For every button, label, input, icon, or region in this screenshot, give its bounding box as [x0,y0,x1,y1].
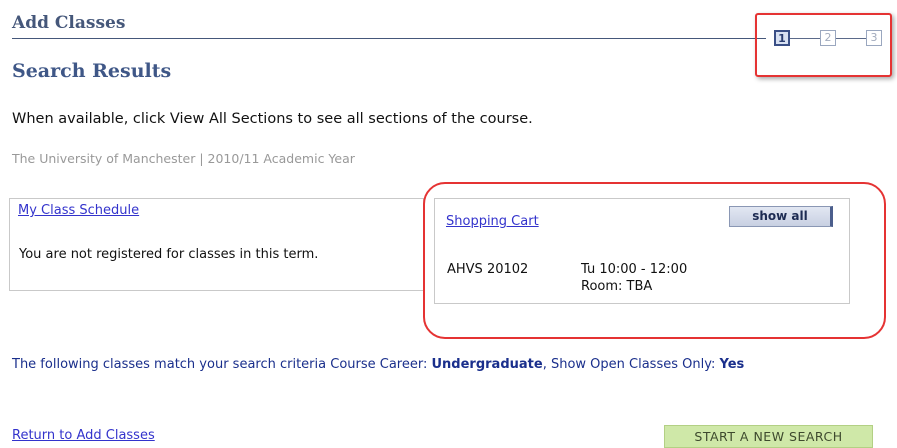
my-class-schedule-link[interactable]: My Class Schedule [18,203,139,218]
section-title: Search Results [12,60,172,82]
step-1-indicator: 1 [774,30,790,46]
step-3-indicator: 3 [866,30,882,46]
criteria-open-only-value: Yes [719,357,745,372]
step-connector [790,38,820,39]
heading-divider [12,38,766,39]
page-title: Add Classes [12,13,126,33]
step-connector [836,38,866,39]
show-all-button[interactable]: show all [729,206,833,227]
instruction-text: When available, click View All Sections … [12,111,533,127]
cart-course-room: Room: TBA [581,279,653,294]
search-criteria-summary: The following classes match your search … [12,357,812,373]
schedule-message: You are not registered for classes in th… [19,247,319,262]
criteria-career-value: Undergraduate [431,357,543,372]
institution-term: The University of Manchester | 2010/11 A… [12,151,355,166]
criteria-prefix: The following classes match your search … [12,357,432,372]
cart-course-time: Tu 10:00 - 12:00 [581,262,688,277]
step-2-indicator: 2 [820,30,836,46]
shopping-cart-link[interactable]: Shopping Cart [446,214,539,229]
cart-course-code: AHVS 20102 [447,262,529,277]
criteria-middle: , Show Open Classes Only: [542,357,720,372]
start-new-search-button[interactable]: START A NEW SEARCH [664,425,873,448]
return-to-add-classes-link[interactable]: Return to Add Classes [12,428,155,443]
